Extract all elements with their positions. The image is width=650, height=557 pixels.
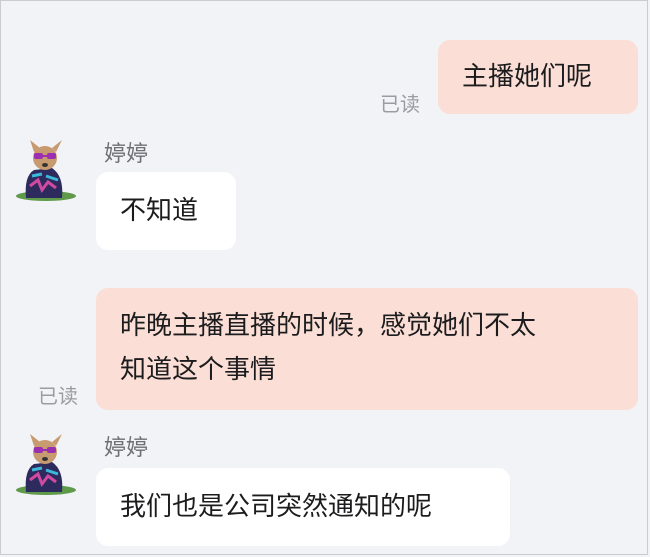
message-text-line: 知道这个事情 — [120, 355, 277, 385]
outgoing-message-bubble[interactable]: 主播她们呢 — [438, 40, 638, 114]
incoming-message-bubble[interactable]: 不知道 — [96, 172, 236, 250]
sender-name: 婷婷 — [104, 142, 149, 167]
dog-avatar-icon[interactable] — [12, 136, 78, 202]
sender-name: 婷婷 — [104, 436, 149, 461]
message-text: 不知道 — [120, 196, 199, 226]
dog-avatar-icon[interactable] — [12, 430, 78, 496]
message-text: 我们也是公司突然通知的呢 — [120, 492, 433, 522]
incoming-message-bubble[interactable]: 我们也是公司突然通知的呢 — [96, 468, 510, 546]
message-text: 主播她们呢 — [462, 62, 593, 92]
read-status: 已读 — [380, 92, 420, 116]
read-status: 已读 — [38, 384, 78, 408]
message-text-line: 昨晚主播直播的时候，感觉她们不太 — [120, 311, 537, 341]
outgoing-message-bubble[interactable]: 昨晚主播直播的时候，感觉她们不太 知道这个事情 — [96, 288, 638, 410]
